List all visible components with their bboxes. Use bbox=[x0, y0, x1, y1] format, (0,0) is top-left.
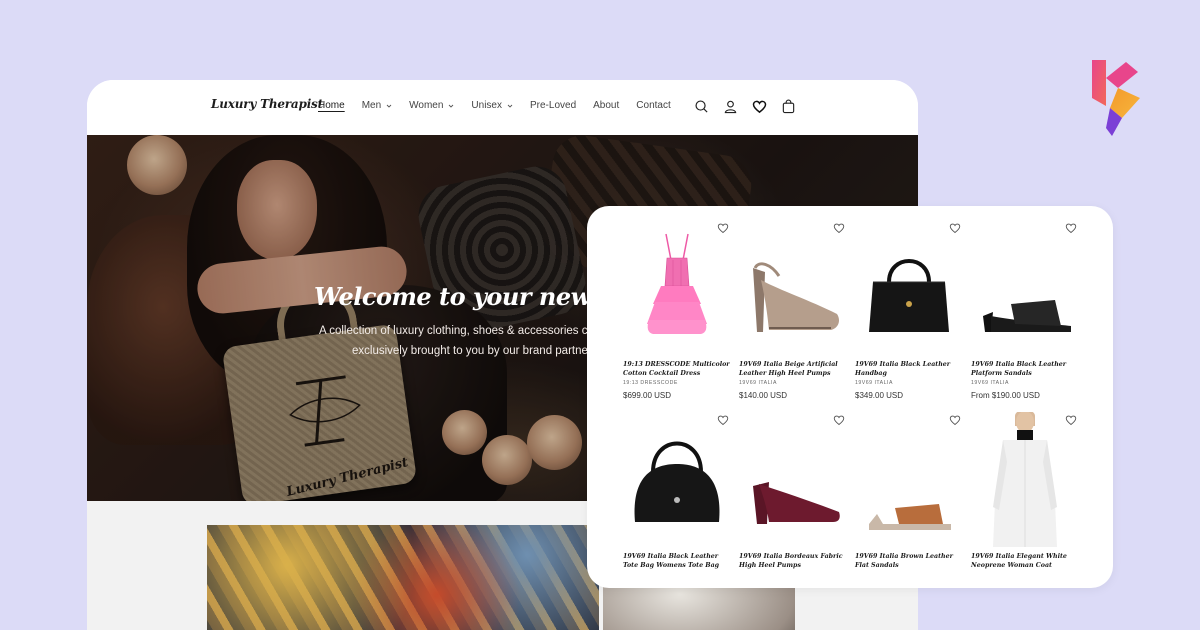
search-icon[interactable] bbox=[694, 99, 709, 114]
product-card[interactable]: 19V69 Italia Beige Artificial Leather Hi… bbox=[739, 220, 847, 400]
nav-label: About bbox=[593, 100, 620, 111]
product-vendor: 19V69 ITALIA bbox=[855, 380, 893, 386]
nav-item-pre-loved[interactable]: Pre-Loved bbox=[530, 100, 576, 111]
product-card[interactable]: 19V69 Italia Bordeaux Fabric High Heel P… bbox=[739, 412, 847, 570]
product-card[interactable]: 19V69 Italia Brown Leather Flat Sandals bbox=[855, 412, 963, 570]
nav-label: Contact bbox=[636, 100, 671, 111]
product-image[interactable] bbox=[623, 220, 731, 355]
product-image[interactable] bbox=[739, 412, 847, 547]
wishlist-heart-icon[interactable] bbox=[752, 99, 767, 114]
nav-label: Women bbox=[409, 100, 444, 111]
hero-subtitle: A collection of luxury clothing, shoes &… bbox=[319, 321, 594, 361]
product-vendor: 19:13 DRESSCODE bbox=[623, 380, 678, 386]
product-vendor: 19V69 ITALIA bbox=[739, 380, 777, 386]
product-title[interactable]: 19V69 Italia Black Leather Platform Sand… bbox=[971, 361, 1079, 378]
hero-subtitle-line: A collection of luxury clothing, shoes &… bbox=[319, 325, 594, 337]
product-price: $349.00 USD bbox=[855, 391, 904, 400]
product-image[interactable] bbox=[855, 220, 963, 355]
product-image[interactable] bbox=[855, 412, 963, 547]
product-title[interactable]: 19V69 Italia Black Leather Handbag bbox=[855, 361, 963, 378]
product-title[interactable]: 19V69 Italia Bordeaux Fabric High Heel P… bbox=[739, 553, 847, 570]
product-card[interactable]: 19V69 Italia Black Leather Handbag 19V69… bbox=[855, 220, 963, 400]
product-card[interactable]: 19V69 Italia Elegant White Neoprene Woma… bbox=[971, 412, 1079, 570]
nav-item-women[interactable]: Women bbox=[409, 100, 454, 111]
account-icon[interactable] bbox=[723, 99, 738, 114]
main-nav: Home Men Women Unisex Pre-Loved About Co… bbox=[318, 100, 671, 111]
site-logo[interactable]: Luxury Therapist bbox=[211, 97, 323, 111]
product-card[interactable]: 19V69 Italia Black Leather Tote Bag Wome… bbox=[623, 412, 731, 570]
chevron-down-icon bbox=[449, 104, 454, 108]
chevron-down-icon bbox=[507, 104, 513, 108]
product-price: $699.00 USD bbox=[623, 391, 672, 400]
header-icons bbox=[694, 99, 796, 114]
product-price: $140.00 USD bbox=[739, 391, 788, 400]
nav-item-unisex[interactable]: Unisex bbox=[471, 100, 513, 111]
product-title[interactable]: 19V69 Italia Brown Leather Flat Sandals bbox=[855, 553, 963, 570]
product-title[interactable]: 19V69 Italia Beige Artificial Leather Hi… bbox=[739, 361, 847, 378]
nav-label: Home bbox=[318, 100, 345, 111]
nav-item-about[interactable]: About bbox=[593, 100, 619, 111]
product-card[interactable]: 19:13 DRESSCODE Multicolor Cotton Cockta… bbox=[623, 220, 731, 400]
site-header: Luxury Therapist Home Men Women Unisex P… bbox=[87, 80, 918, 135]
hero-subtitle-line: exclusively brought to you by our brand … bbox=[352, 345, 588, 357]
product-image[interactable] bbox=[623, 412, 731, 547]
product-image[interactable] bbox=[739, 220, 847, 355]
product-title[interactable]: 19:13 DRESSCODE Multicolor Cotton Cockta… bbox=[623, 361, 731, 378]
brand-logo-icon bbox=[1092, 60, 1140, 136]
product-card[interactable]: 19V69 Italia Black Leather Platform Sand… bbox=[971, 220, 1079, 400]
product-price: From $190.00 USD bbox=[971, 391, 1040, 400]
product-grid-panel: 19:13 DRESSCODE Multicolor Cotton Cockta… bbox=[587, 206, 1113, 588]
product-grid: 19:13 DRESSCODE Multicolor Cotton Cockta… bbox=[623, 220, 1079, 570]
product-title[interactable]: 19V69 Italia Black Leather Tote Bag Wome… bbox=[623, 553, 731, 570]
nav-label: Men bbox=[361, 100, 382, 111]
cart-icon[interactable] bbox=[781, 99, 796, 114]
product-image[interactable] bbox=[971, 220, 1079, 355]
product-vendor: 19V69 ITALIA bbox=[971, 380, 1009, 386]
chevron-down-icon bbox=[386, 104, 392, 108]
product-title[interactable]: 19V69 Italia Elegant White Neoprene Woma… bbox=[971, 553, 1079, 570]
nav-item-men[interactable]: Men bbox=[362, 100, 392, 111]
nav-label: Pre-Loved bbox=[530, 100, 577, 111]
product-image[interactable] bbox=[971, 412, 1079, 547]
nav-label: Unisex bbox=[471, 100, 502, 111]
nav-item-contact[interactable]: Contact bbox=[636, 100, 670, 111]
collection-card[interactable] bbox=[207, 525, 599, 630]
nav-item-home[interactable]: Home bbox=[318, 100, 345, 111]
